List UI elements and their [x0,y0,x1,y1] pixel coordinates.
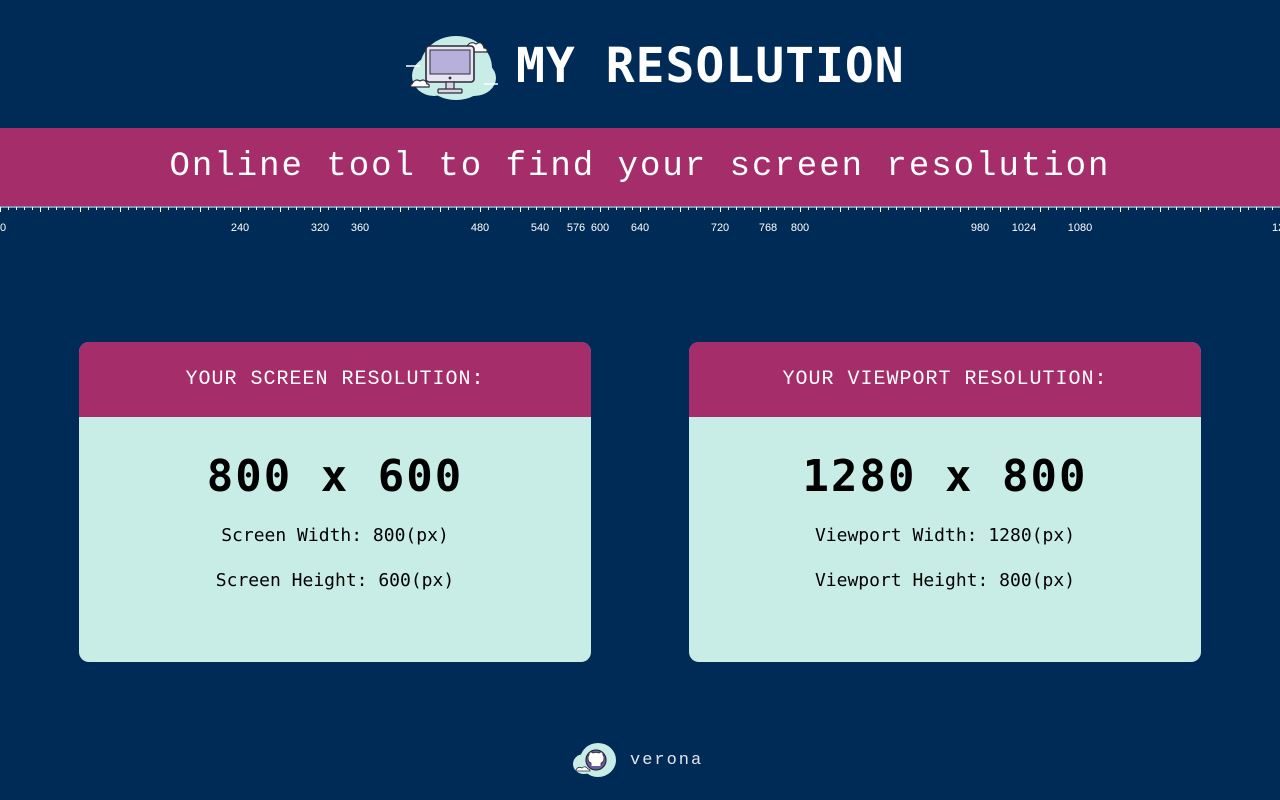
screen-resolution-card: YOUR SCREEN RESOLUTION: 800 x 600 Screen… [79,342,591,662]
ruler-label: 540 [530,222,550,234]
viewport-resolution-value: 1280 x 800 [802,451,1088,502]
tagline-text: Online tool to find your screen resoluti… [169,148,1111,186]
ruler-label: 600 [590,222,610,234]
screen-width-line: Screen Width: 800(px) [221,525,449,546]
screen-card-heading: YOUR SCREEN RESOLUTION: [185,368,485,391]
ruler-label: 240 [230,222,250,234]
ruler-label: 640 [630,222,650,234]
tagline-banner: Online tool to find your screen resoluti… [0,128,1280,206]
ruler-label: 480 [470,222,490,234]
viewport-height-line: Viewport Height: 800(px) [814,570,1076,591]
pixel-ruler: 0 240 320 360 480 540 576 600 640 720 768 800 980 102… [0,206,1280,240]
ruler-label: 1024 [1011,222,1037,234]
ruler-label: 720 [710,222,730,234]
viewport-card-body: 1280 x 800 Viewport Width: 1280(px) View… [689,449,1201,592]
ruler-label: 1280 [1272,222,1280,234]
footer: verona [572,740,703,780]
page-title: MY RESOLUTION [516,38,905,94]
footer-author-link[interactable]: verona [630,751,703,770]
ruler-label: 768 [758,222,778,234]
viewport-card-header: YOUR VIEWPORT RESOLUTION: [689,342,1201,417]
screen-card-header: YOUR SCREEN RESOLUTION: [79,342,591,417]
screen-resolution-value: 800 x 600 [206,451,464,502]
ruler-label: 800 [790,222,810,234]
viewport-width-line: Viewport Width: 1280(px) [814,525,1076,546]
ruler-label: 980 [970,222,990,234]
ruler-label: 1080 [1067,222,1093,234]
screen-card-body: 800 x 600 Screen Width: 800(px) Screen H… [79,449,591,592]
monitor-cloud-icon [406,36,498,100]
screen-height-line: Screen Height: 600(px) [215,570,455,591]
page-header: MY RESOLUTION [0,0,1280,128]
ruler-label: 576 [566,222,586,234]
ruler-ticks [0,206,1280,212]
ruler-label: 360 [350,222,370,234]
ruler-label: 320 [310,222,330,234]
viewport-resolution-card: YOUR VIEWPORT RESOLUTION: 1280 x 800 Vie… [689,342,1201,662]
ruler-label: 0 [0,222,7,234]
viewport-card-heading: YOUR VIEWPORT RESOLUTION: [782,368,1108,391]
github-cloud-icon[interactable] [572,740,620,780]
